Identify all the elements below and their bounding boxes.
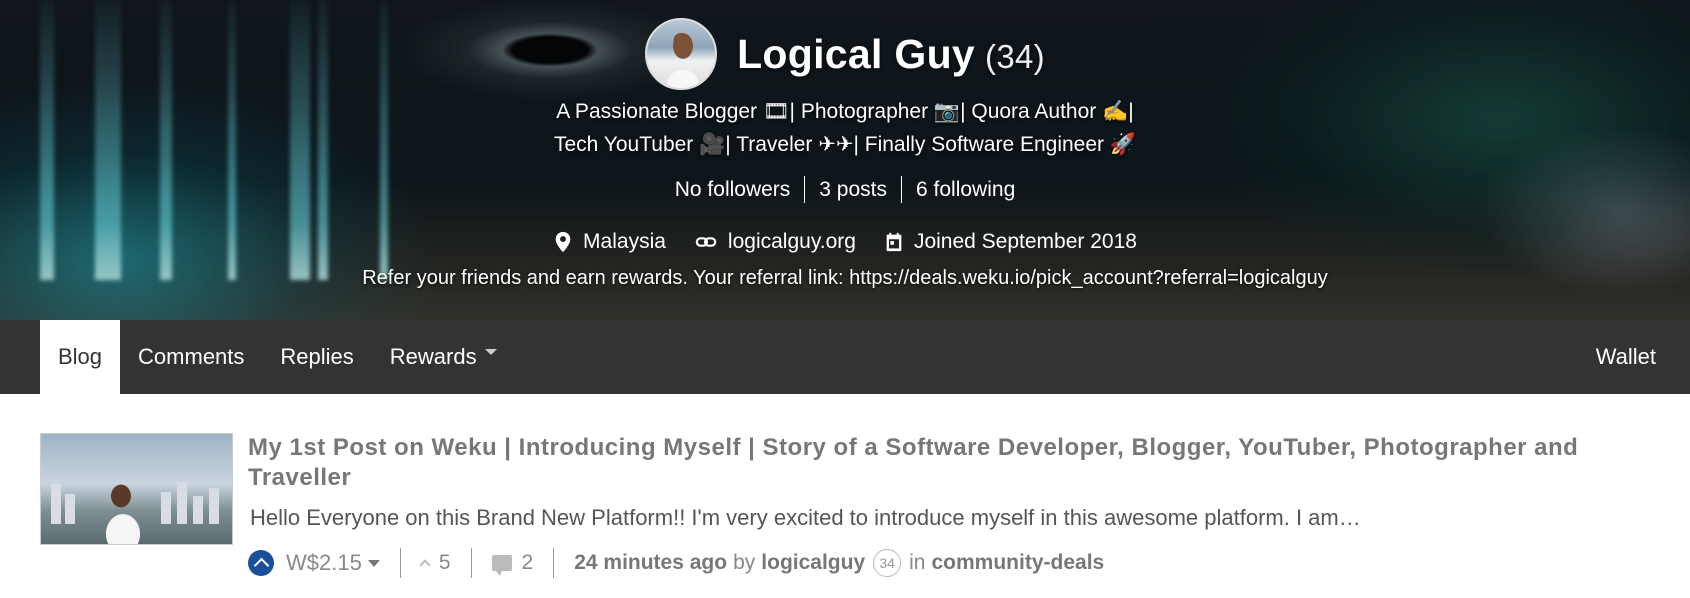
post-title[interactable]: My 1st Post on Weku | Introducing Myself… [248,433,1660,493]
tab-blog[interactable]: Blog [40,320,121,394]
profile-name: Logical Guy (34) [737,31,1045,78]
profile-location: Malaysia [553,230,666,254]
chevron-down-icon[interactable] [367,559,380,567]
payout-amount[interactable]: W$2.15 [286,550,362,576]
post-time[interactable]: 24 minutes ago [574,551,727,575]
referral-text: Refer your friends and earn rewards. You… [362,267,1328,289]
profile-stats: No followers 3 posts 6 following [0,176,1690,203]
by-label: by [733,551,756,574]
post-summary: My 1st Post on Weku | Introducing Myself… [40,433,1660,593]
upvote-button[interactable] [248,550,274,576]
tab-rewards[interactable]: Rewards [372,320,515,394]
profile-info: Logical Guy (34) A Passionate Blogger 🎞| … [0,0,1690,320]
divider [399,548,401,578]
author-reputation-badge: 34 [873,549,902,577]
vote-count: 5 [438,551,451,574]
comments-link[interactable]: 2 [491,551,534,576]
profile-cover: Logical Guy (34) A Passionate Blogger 🎞| … [0,0,1690,320]
profile-about: A Passionate Blogger 🎞| Photographer 📷| … [0,95,1690,161]
calendar-icon [886,232,902,252]
website-link[interactable]: logicalguy.org [728,230,856,254]
following-count[interactable]: 6 following [902,176,1029,203]
tab-rewards-label: Rewards [389,344,477,369]
profile-website[interactable]: logicalguy.org [694,230,856,254]
tab-wallet[interactable]: Wallet [1578,320,1690,394]
chevron-up-icon [419,559,431,571]
avatar[interactable] [645,18,718,90]
post-thumbnail[interactable] [40,433,233,545]
post-community[interactable]: community-deals [932,551,1105,575]
profile-joined: Joined September 2018 [884,230,1137,254]
divider [553,548,555,578]
profile-reputation: (34) [985,37,1045,75]
followers-count[interactable]: No followers [661,176,806,203]
tab-comments[interactable]: Comments [120,320,262,394]
post-footer: W$2.15 5 2 24 minutes ago by logicalguy … [248,546,1104,580]
post-excerpt[interactable]: Hello Everyone on this Brand New Platfor… [250,505,1650,531]
posts-count[interactable]: 3 posts [805,176,903,203]
profile-name-text: Logical Guy [737,30,976,77]
location-pin-icon [555,231,571,253]
chevron-down-icon [484,349,497,355]
comment-icon [491,555,512,576]
profile-about-line: Tech YouTuber 🎥| Traveler ✈✈| Finally So… [553,133,1137,156]
profile-meta: Malaysia logicalguy.org Joined September… [0,230,1690,254]
link-icon [695,237,717,247]
in-label: in [909,551,926,574]
profile-name-row: Logical Guy (34) [0,18,1690,90]
joined-text: Joined September 2018 [913,230,1137,253]
divider [470,548,472,578]
tab-replies[interactable]: Replies [262,320,371,394]
location-text: Malaysia [583,230,666,253]
profile-about-line: A Passionate Blogger 🎞| Photographer 📷| … [556,100,1134,123]
post-author[interactable]: logicalguy [761,551,865,575]
votes[interactable]: 5 [419,551,451,575]
comment-count: 2 [521,551,534,574]
profile-nav: Blog Comments Replies Rewards Wallet [0,320,1690,394]
